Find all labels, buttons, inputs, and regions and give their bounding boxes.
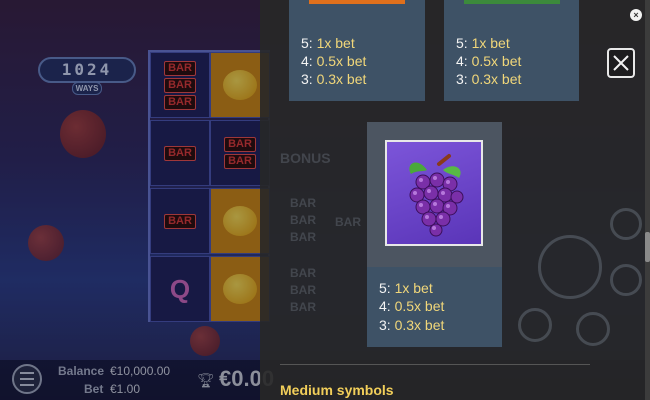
payout-row: 3: 0.3x bet xyxy=(301,71,367,87)
section-divider xyxy=(280,364,590,365)
close-paytable-button[interactable] xyxy=(607,48,635,78)
paytable-card: 5: 1x bet 4: 0.5x bet 3: 0.3x bet xyxy=(289,0,425,101)
card-symbol-strip xyxy=(464,0,560,4)
payout-row: 5: 1x bet xyxy=(379,280,433,296)
ghost-turbo-control xyxy=(518,308,552,342)
ghost-bar-symbol: BAR BAR BAR xyxy=(290,266,316,314)
payout-row: 4: 0.5x bet xyxy=(301,53,367,69)
grapes-symbol-tile xyxy=(385,140,483,246)
card-symbol-strip xyxy=(309,0,405,4)
payout-row: 3: 0.3x bet xyxy=(379,317,445,333)
payout-row: 4: 0.5x bet xyxy=(379,298,445,314)
payout-row: 3: 0.3x bet xyxy=(456,71,522,87)
game-dimmer xyxy=(0,0,260,400)
ghost-autoplay-control xyxy=(610,208,642,240)
payout-row: 4: 0.5x bet xyxy=(456,53,522,69)
paytable-card-grapes: 5: 1x bet 4: 0.5x bet 3: 0.3x bet xyxy=(367,267,502,347)
ghost-bonus-symbol: BONUS xyxy=(280,150,331,166)
close-icon xyxy=(613,55,629,71)
scrollbar-thumb[interactable] xyxy=(645,232,650,262)
grapes-icon xyxy=(409,154,464,237)
ghost-spin-control xyxy=(538,235,602,299)
ghost-stack-control xyxy=(610,264,642,296)
ghost-bar-symbol: BAR BAR BAR xyxy=(290,196,316,244)
dismiss-icon[interactable]: × xyxy=(630,9,642,21)
scrollbar-track[interactable] xyxy=(645,0,650,400)
payout-row: 5: 1x bet xyxy=(301,35,355,51)
ghost-refresh-control xyxy=(576,312,610,346)
payout-row: 5: 1x bet xyxy=(456,35,510,51)
ghost-bar-symbol: BAR xyxy=(335,215,361,229)
paytable-card: 5: 1x bet 4: 0.5x bet 3: 0.3x bet xyxy=(444,0,579,101)
section-title: Medium symbols xyxy=(280,382,394,398)
